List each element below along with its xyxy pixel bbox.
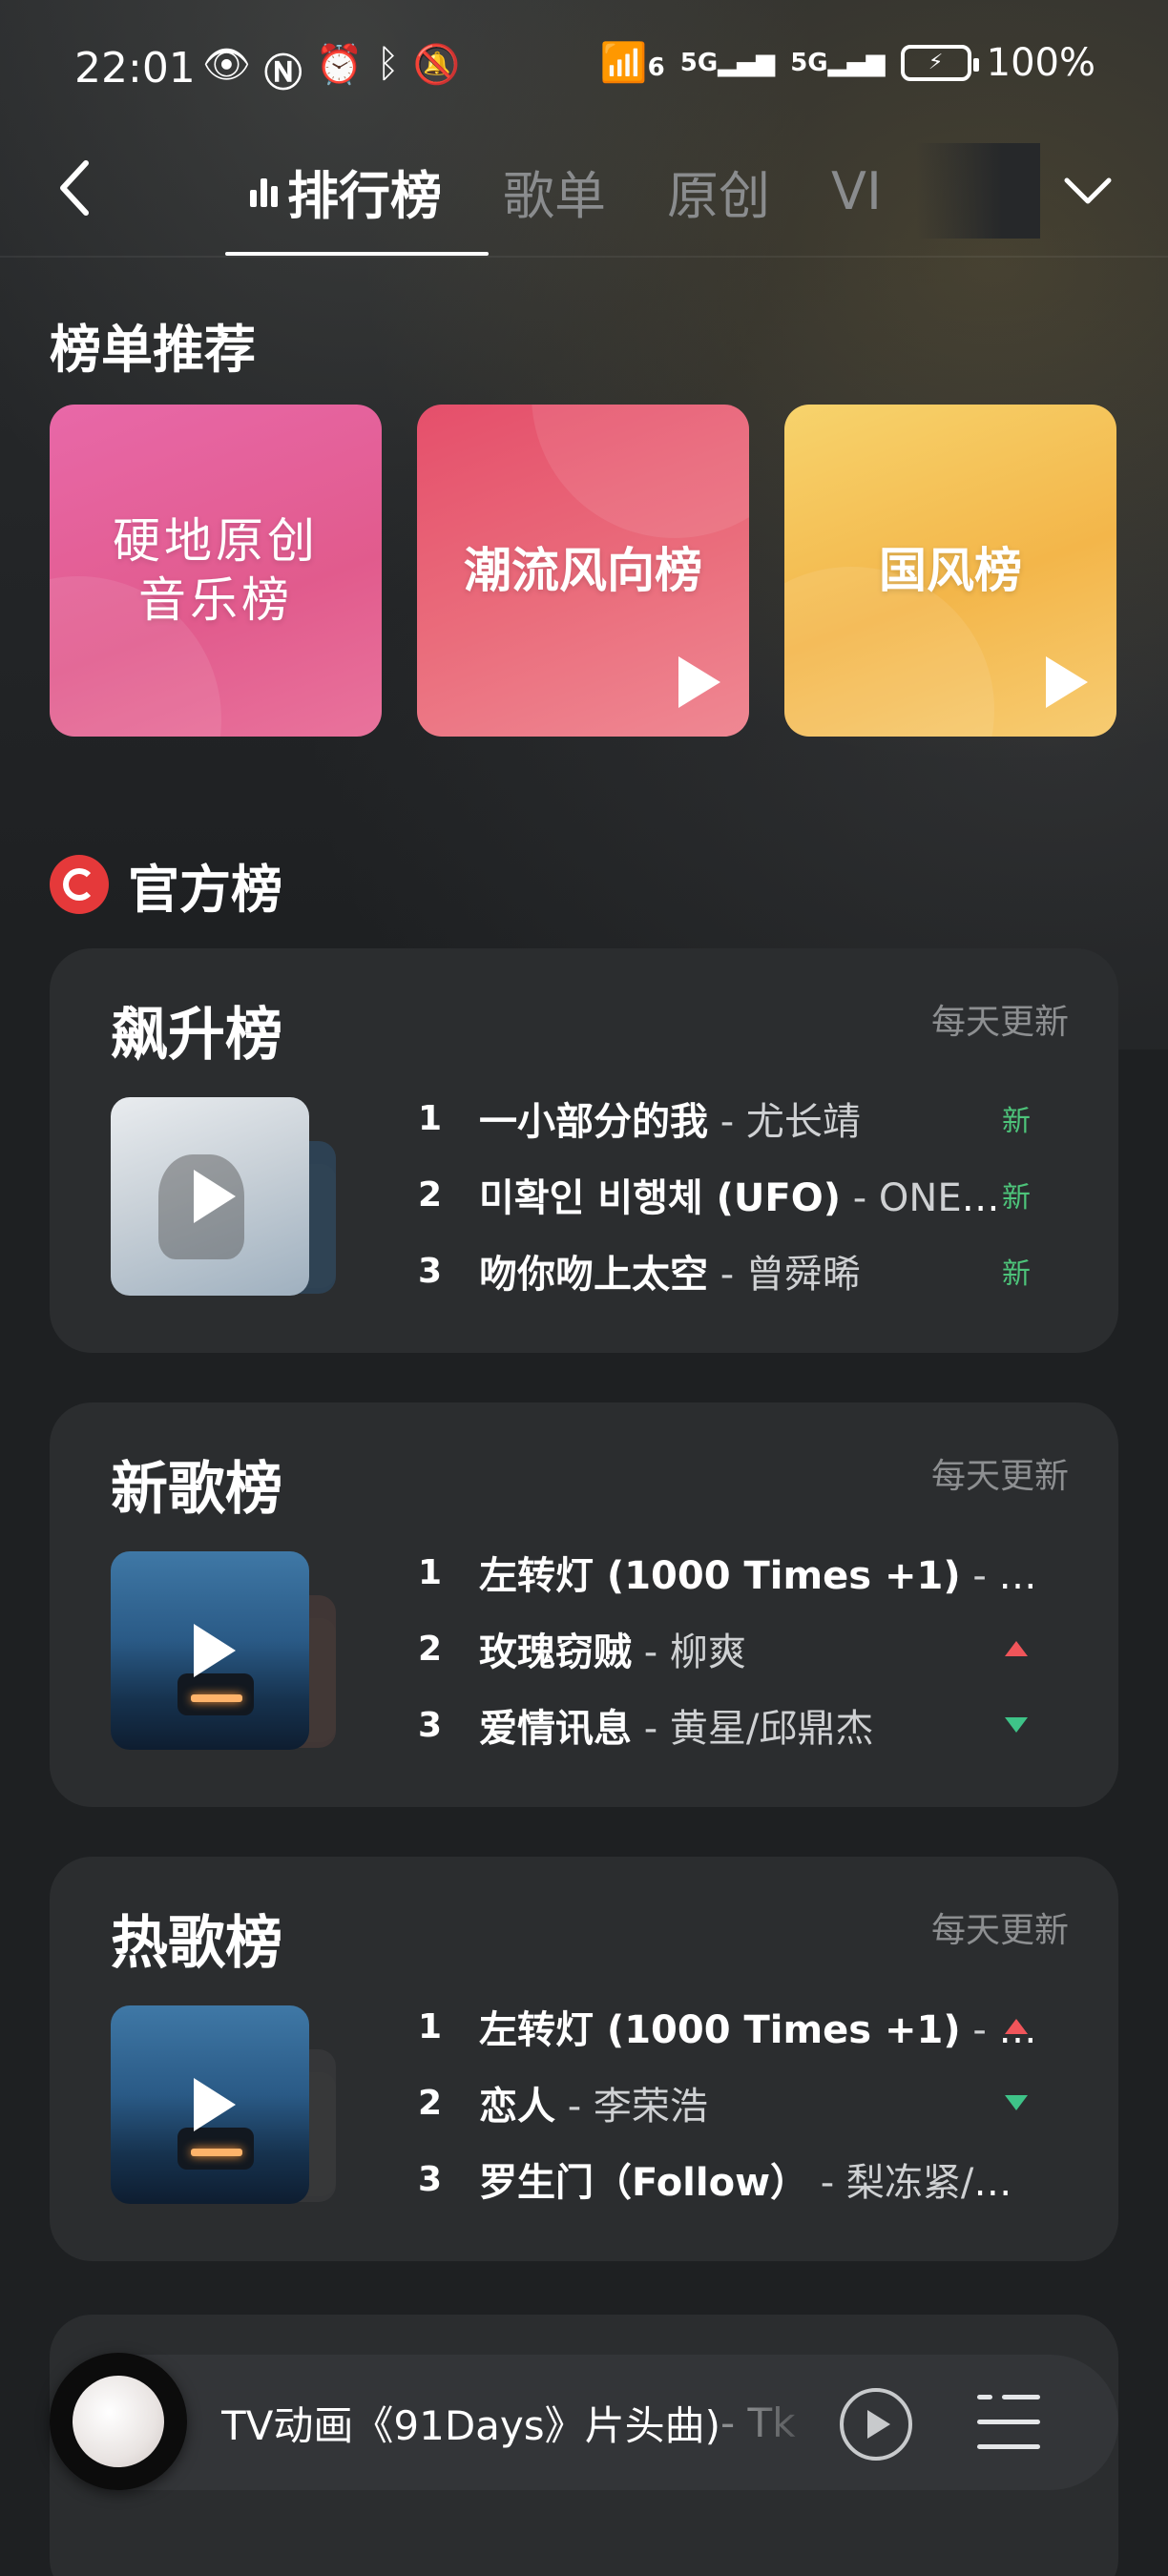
song-text: 吻你吻上太空 - 曾舜晞 [479,1253,861,1297]
official-title: 官方榜 [128,860,282,920]
song-text: 左转灯 (1000 Times +1) - 派… [479,1554,1042,1598]
song-row[interactable]: 3 罗生门（Follow） - 梨冻紧/W… [418,2150,1067,2208]
song-text: 爱情讯息 - 黄星/邱鼎杰 [479,1707,874,1751]
battery-percent: 100% [986,40,1095,85]
chart-bars-icon [250,175,278,207]
chart-title: 飙升榜 [111,1002,282,1069]
rec-card-guofeng[interactable]: 国风榜 [784,405,1116,737]
alarm-icon: ⏰ [315,43,364,87]
wifi-icon: 📶6 [599,41,665,85]
battery-icon: ⚡ [900,44,979,81]
now-playing-title[interactable]: TV动画《91Days》片头曲) - Tk [221,2389,813,2456]
song-text: 恋人 - 李荣浩 [479,2085,708,2129]
play-icon[interactable] [678,656,720,708]
new-badge: 新 [1002,1181,1031,1215]
chart-cover-stack[interactable] [111,2005,359,2206]
signal-icon: 5G▂▄▆ [679,48,776,77]
chart-card-hot-songs[interactable]: 热歌榜 每天更新 1 左转灯 (1000 Times +1) - 派… 2 恋人… [50,1857,1118,2261]
chart-card-soaring[interactable]: 飙升榜 每天更新 1 一小部分的我 - 尤长靖 新 2 미확인 비행체 (UFO… [50,948,1118,1353]
chart-update-frequency: 每天更新 [930,1457,1069,1496]
tab-original[interactable]: 原创 [636,143,801,239]
song-rank: 3 [418,2159,443,2199]
song-row[interactable]: 1 左转灯 (1000 Times +1) - 派… [418,1544,1067,1601]
chart-card-new-songs[interactable]: 新歌榜 每天更新 1 左转灯 (1000 Times +1) - 派… 2 玫瑰… [50,1402,1118,1807]
chart-cover[interactable] [111,1551,309,1750]
song-text: 罗生门（Follow） - 梨冻紧/W… [479,2161,1042,2205]
new-badge: 新 [1002,1257,1031,1291]
song-row[interactable]: 3 爱情讯息 - 黄星/邱鼎杰 [418,1696,1067,1754]
song-rank: 1 [418,2006,443,2046]
eye-icon: 👁 [202,43,251,87]
play-icon[interactable] [194,1170,236,1223]
chart-cover[interactable] [111,2005,309,2204]
signal-icon-2: 5G▂▄▆ [790,48,886,77]
tab-ranking[interactable]: 排行榜 [219,143,472,239]
tab-label: 原创 [667,165,770,226]
play-icon [867,2410,890,2439]
song-rank: 2 [418,2083,443,2123]
bluetooth-icon: ᛒ [376,42,400,86]
song-rank: 3 [418,1705,443,1745]
status-time: 22:01 [74,44,196,93]
title-fade [744,2376,830,2471]
song-text: 左转灯 (1000 Times +1) - 派… [479,2008,1042,2052]
chart-cover-stack[interactable] [111,1097,359,1298]
trend-up-icon [992,1998,1040,2055]
tab-playlist[interactable]: 歌单 [472,143,636,239]
tab-label: 歌单 [503,165,606,226]
nfc-icon: Ⓝ [263,52,302,95]
song-row[interactable]: 2 미확인 비행체 (UFO) - ONEWE [418,1166,1067,1223]
chevron-down-icon [1064,177,1112,204]
nav-divider [0,256,1168,258]
rec-card-indie[interactable]: 硬地原创 音乐榜 [50,405,382,737]
song-rank: 1 [418,1098,443,1138]
play-button[interactable] [840,2388,912,2461]
song-row[interactable]: 1 一小部分的我 - 尤长靖 [418,1090,1067,1147]
back-arrow-icon [60,160,89,216]
chart-title: 新歌榜 [111,1456,282,1523]
recommend-title: 榜单推荐 [50,320,256,380]
song-row[interactable]: 1 左转灯 (1000 Times +1) - 派… [418,1998,1067,2055]
chart-title: 热歌榜 [111,1910,282,1977]
play-icon[interactable] [194,1624,236,1677]
song-row[interactable]: 2 恋人 - 李荣浩 [418,2074,1067,2131]
mute-icon: 🔕 [412,43,461,87]
play-icon[interactable] [1046,656,1088,708]
playlist-button[interactable] [977,2389,1040,2456]
song-row[interactable]: 3 吻你吻上太空 - 曾舜晞 [418,1242,1067,1299]
trend-down-icon [992,1696,1040,1754]
back-button[interactable] [44,153,105,223]
play-icon[interactable] [194,2078,236,2131]
chart-update-frequency: 每天更新 [930,1003,1069,1042]
song-text: 一小部分的我 - 尤长靖 [479,1100,861,1144]
status-bar: 22:01 👁 Ⓝ ⏰ ᛒ 🔕 📶6 5G▂▄▆ 5G▂▄▆ ⚡ 100% [0,0,1168,134]
tab-label: VI [831,160,882,221]
rec-card-trend[interactable]: 潮流风向榜 [417,405,749,737]
status-right: 📶6 5G▂▄▆ 5G▂▄▆ ⚡ 100% [599,40,1095,86]
chart-cover-stack[interactable] [111,1551,359,1752]
chart-update-frequency: 每天更新 [930,1911,1069,1950]
song-text: 미확인 비행체 (UFO) - ONEWE [479,1176,1023,1220]
trend-down-icon [992,2074,1040,2131]
album-art [73,2376,164,2467]
song-rank: 3 [418,1251,443,1291]
album-disc[interactable] [50,2353,187,2490]
chart-cover[interactable] [111,1097,309,1296]
tab-label: 排行榜 [287,165,442,226]
card-decoration [532,405,749,538]
netease-logo-icon [50,855,109,914]
song-rank: 2 [418,1629,443,1669]
trend-up-icon [992,1620,1040,1677]
rec-card-label: 潮流风向榜 [464,542,702,598]
tab-bar: 排行榜 歌单 原创 VI [219,143,912,248]
tab-fade [916,143,1040,239]
song-text: 玫瑰窃贼 - 柳爽 [479,1631,746,1674]
song-row[interactable]: 2 玫瑰窃贼 - 柳爽 [418,1620,1067,1677]
new-badge: 新 [1002,1105,1031,1138]
status-icons: 👁 Ⓝ ⏰ ᛒ 🔕 [202,42,460,97]
song-rank: 1 [418,1552,443,1592]
song-rank: 2 [418,1174,443,1215]
tab-vip[interactable]: VI [801,143,912,239]
more-tabs-button[interactable] [1050,162,1126,219]
